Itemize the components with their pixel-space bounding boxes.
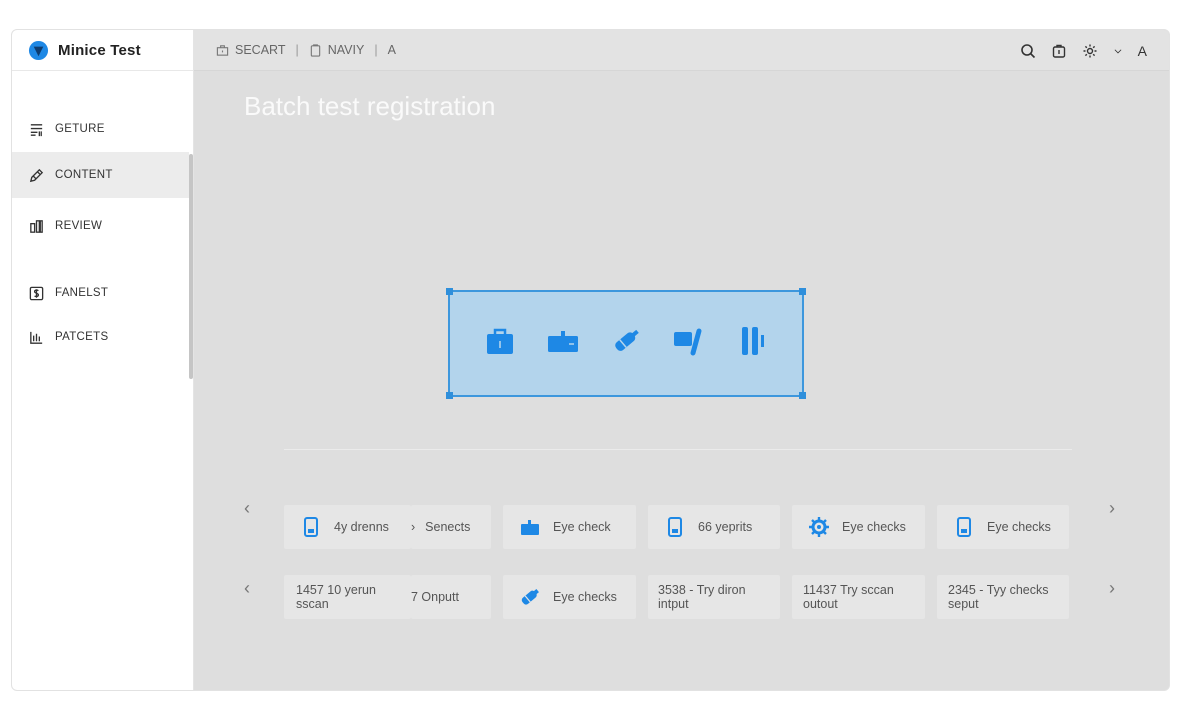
sidebar-item-review[interactable]: REVIEW [12,203,189,249]
card-label: Eye checks [987,520,1051,534]
breadcrumb-label: SECART [235,43,286,57]
gear-icon [809,517,829,537]
row1-next-arrow[interactable]: › [1104,498,1120,519]
resize-handle-tl[interactable] [446,288,453,295]
bag-icon[interactable] [1051,43,1067,59]
syringe-icon [521,589,539,605]
sidebar: Minice Test GETURE CONTENT REVIEW FANELS… [12,30,194,690]
bars-icon [30,219,43,233]
card-label: 4y drenns [334,520,389,534]
sidebar-item-label: PATCETS [55,331,109,343]
card-label: 11437 Try sccan outout [803,583,894,611]
row2-card-5[interactable]: 11437 Try sccan outout [792,575,925,619]
dollar-doc-icon [29,286,44,300]
row2-card-4[interactable]: 3538 - Try diron intput [648,575,780,619]
sidebar-item-label: CONTENT [55,169,113,181]
sidebar-item-label: FANELST [55,287,109,299]
chevron-down-icon[interactable] [1113,46,1123,56]
card-label: 2345 - Tyy checks seput [948,583,1049,611]
card-label: Eye checks [553,590,617,604]
row1-card-3[interactable]: Eye check [503,505,636,549]
breadcrumb-naviy[interactable]: NAVIY [309,43,365,57]
resize-handle-br[interactable] [799,392,806,399]
card-label: 7 Onputt [411,590,459,604]
clipboard-icon [310,43,320,57]
phone-icon [668,517,682,537]
briefcase-icon [216,44,229,56]
sidebar-item-label: GETURE [55,123,105,135]
resize-handle-tr[interactable] [799,288,806,295]
card-label: 66 yeprits [698,520,753,534]
card-label: 3538 - Try diron intput [658,583,746,611]
sidebar-scrollbar[interactable] [189,154,193,379]
sidebar-item-fanelst[interactable]: FANELST [12,270,189,316]
breadcrumb-label: A [387,43,396,57]
gear-icon[interactable] [1082,43,1098,59]
top-actions: A [1020,30,1147,71]
resize-handle-bl[interactable] [446,392,453,399]
syringe-icon[interactable] [608,323,644,364]
topbar: SECART | NAVIY | A A [194,30,1169,71]
breadcrumb-label: NAVIY [327,43,365,57]
chevron-right-icon: › [411,520,416,534]
row2-card-6[interactable]: 2345 - Tyy checks seput [937,575,1069,619]
row2-prev-arrow[interactable]: ‹ [239,578,255,599]
row1-card-4[interactable]: 66 yeprits [648,505,780,549]
case-icon [521,520,539,535]
divider [284,449,1072,450]
breadcrumb-divider: | [374,43,378,57]
row1-card-5[interactable]: Eye checks [792,505,925,549]
sidebar-item-label: REVIEW [55,220,103,232]
main-content: Batch test registration ‹ › 4y drenns › … [194,71,1169,690]
breadcrumb-a[interactable]: A [388,43,396,57]
case-icon[interactable] [545,323,581,364]
card-label: Eye checks [842,520,906,534]
chart-icon [30,331,43,344]
sidebar-item-content[interactable]: CONTENT [12,152,189,198]
card-label: Senects [425,520,471,534]
pause-bars-icon[interactable] [734,323,770,364]
search-icon[interactable] [1020,43,1036,59]
row1-card-2[interactable]: › Senects [411,505,491,549]
card-label: Eye check [553,520,611,534]
row2-card-3[interactable]: Eye checks [503,575,636,619]
row2-card-1[interactable]: 1457 10 yerun sscan [284,575,411,619]
sidebar-item-patcets[interactable]: PATCETS [12,314,189,360]
card-label: 1457 10 yerun sscan [296,583,376,611]
row2-card-2[interactable]: 7 Onputt [411,575,491,619]
row1-card-1[interactable]: 4y drenns [284,505,411,549]
app-window: Minice Test GETURE CONTENT REVIEW FANELS… [11,29,1170,691]
phone-icon [957,517,971,537]
app-logo-icon [28,40,49,60]
breadcrumb-divider: | [295,43,299,57]
page-title: Batch test registration [244,91,496,121]
list-icon [30,123,43,136]
briefcase-icon[interactable] [482,323,518,364]
selection-box[interactable] [446,288,806,399]
breadcrumb-secart[interactable]: SECART [216,43,285,57]
app-name: Minice Test [58,41,141,59]
sidebar-item-geture[interactable]: GETURE [12,106,189,152]
brand: Minice Test [12,30,193,71]
pencil-icon [29,168,44,182]
row2-next-arrow[interactable]: › [1104,578,1120,599]
stamp-icon[interactable] [671,323,707,364]
row1-card-6[interactable]: Eye checks [937,505,1069,549]
avatar[interactable]: A [1138,43,1147,59]
row1-prev-arrow[interactable]: ‹ [239,498,255,519]
phone-icon [304,517,318,537]
